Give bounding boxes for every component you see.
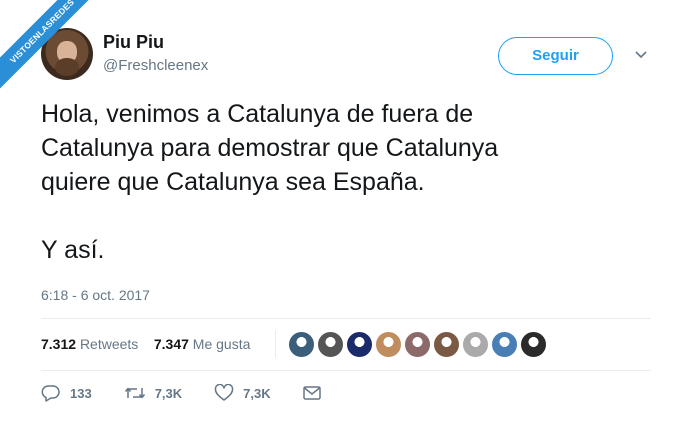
reply-action[interactable]: 133 bbox=[41, 384, 92, 402]
stats-separator bbox=[275, 330, 276, 358]
liker-avatar[interactable] bbox=[288, 331, 315, 358]
reply-count: 133 bbox=[70, 385, 92, 401]
liker-avatar[interactable] bbox=[491, 331, 518, 358]
liker-avatar[interactable] bbox=[462, 331, 489, 358]
liker-avatar[interactable] bbox=[346, 331, 373, 358]
like-action[interactable]: 7,3K bbox=[214, 384, 271, 402]
liker-avatar[interactable] bbox=[433, 331, 460, 358]
heart-icon bbox=[214, 384, 234, 401]
liker-avatar[interactable] bbox=[520, 331, 547, 358]
avatar-beard bbox=[55, 58, 79, 76]
tweet-card: VISTOENLASREDES Piu Piu @Freshcleenex Se… bbox=[0, 0, 700, 440]
follow-button[interactable]: Seguir bbox=[498, 37, 613, 75]
chevron-down-icon[interactable] bbox=[634, 48, 648, 62]
liker-avatars bbox=[288, 331, 547, 358]
tweet-text: Hola, venimos a Catalunya de fuera de Ca… bbox=[41, 100, 499, 264]
retweet-action[interactable]: 7,3K bbox=[124, 385, 182, 401]
envelope-icon bbox=[302, 386, 321, 400]
liker-avatar[interactable] bbox=[404, 331, 431, 358]
action-bar: 133 7,3K 7,3K bbox=[41, 384, 362, 402]
likes-label[interactable]: Me gusta bbox=[193, 336, 251, 352]
retweet-icon bbox=[124, 387, 145, 399]
likes-count[interactable]: 7.347 bbox=[154, 336, 189, 352]
liker-avatar[interactable] bbox=[317, 331, 344, 358]
retweets-count[interactable]: 7.312 bbox=[41, 336, 76, 352]
divider bbox=[41, 318, 651, 319]
retweets-label[interactable]: Retweets bbox=[80, 336, 138, 352]
tweet-timestamp[interactable]: 6:18 - 6 oct. 2017 bbox=[41, 287, 150, 303]
like-count: 7,3K bbox=[243, 385, 271, 401]
direct-message-action[interactable] bbox=[302, 386, 330, 400]
author-handle[interactable]: @Freshcleenex bbox=[103, 57, 208, 74]
divider bbox=[41, 370, 651, 371]
engagement-stats: 7.312 Retweets 7.347 Me gusta bbox=[41, 336, 250, 352]
reply-icon bbox=[41, 385, 60, 402]
retweet-count: 7,3K bbox=[154, 385, 183, 401]
author-name[interactable]: Piu Piu bbox=[103, 32, 164, 53]
liker-avatar[interactable] bbox=[375, 331, 402, 358]
